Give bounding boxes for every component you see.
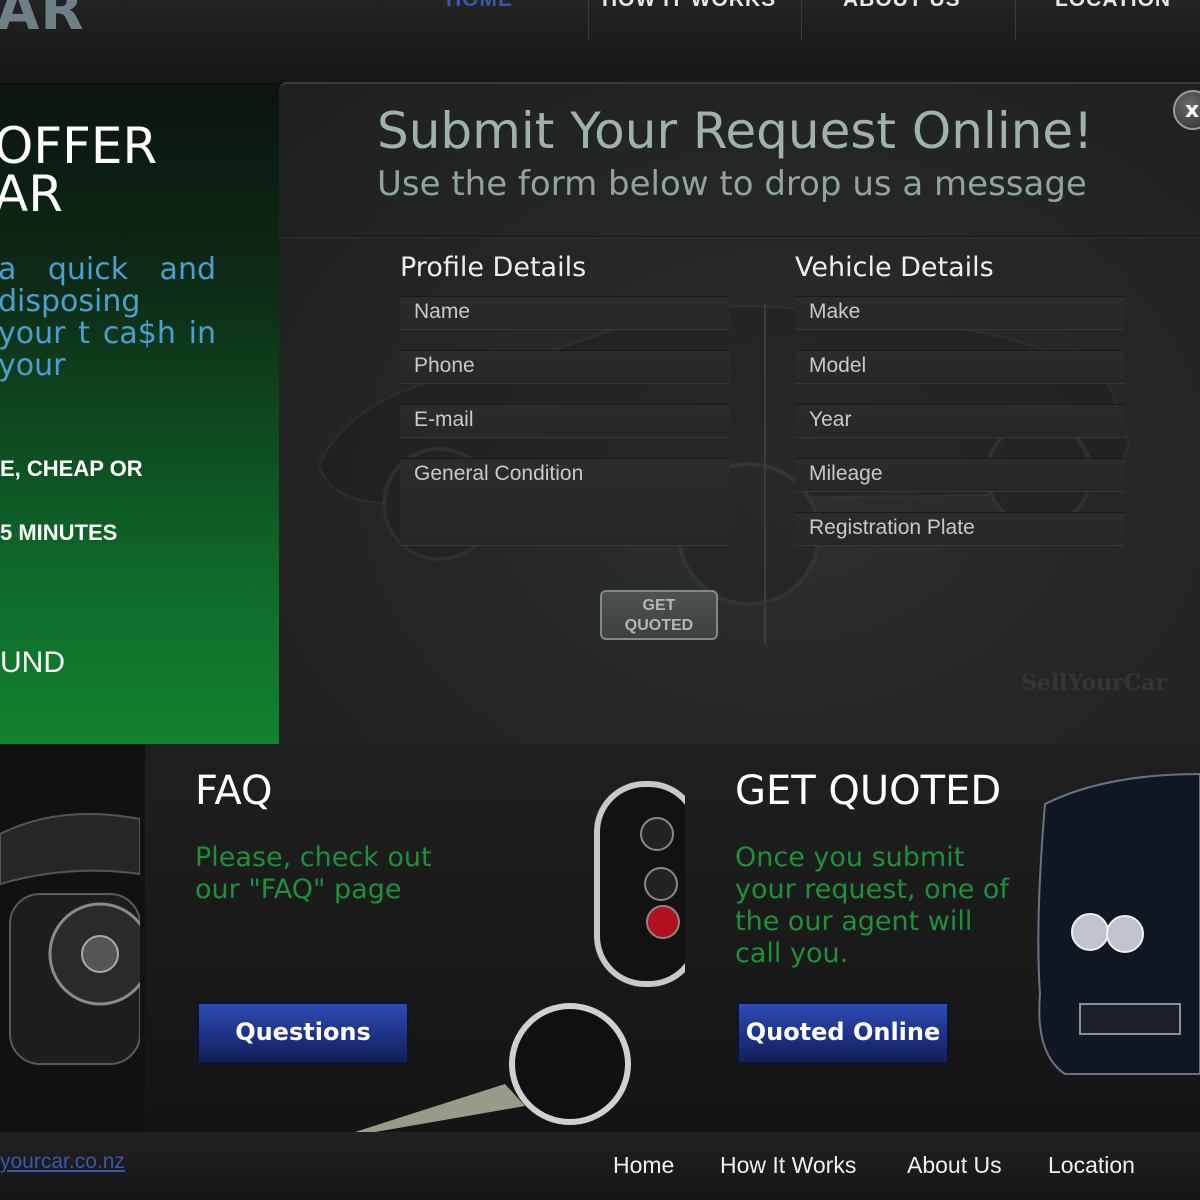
header: AR HOME HOW IT WORKS ABOUT US LOCATION (0, 0, 1200, 84)
get-quoted-panel: GET QUOTED Once you submit your request,… (685, 744, 1200, 1132)
get-quoted-text: Once you submit your request, one of the… (735, 842, 1009, 969)
footer-link-home[interactable]: Home (613, 1152, 674, 1179)
promo-banner: OFFER AR a quick and disposing your t ca… (0, 84, 280, 744)
phone-field[interactable]: Phone (400, 350, 730, 384)
site-logo[interactable]: AR (0, 0, 84, 43)
faq-text: Please, check out our "FAQ" page (195, 842, 432, 905)
nav-how-it-works[interactable]: HOW IT WORKS (602, 0, 776, 40)
promo-title-line1: OFFER (0, 117, 158, 175)
get-quoted-title: GET QUOTED (735, 768, 1002, 814)
faq-title: FAQ (195, 768, 273, 814)
footer-link-about-us[interactable]: About Us (907, 1152, 1002, 1179)
promo-bullet: 5 MINUTES (0, 520, 118, 545)
name-field[interactable]: Name (400, 296, 730, 330)
questions-button[interactable]: Questions (197, 1002, 409, 1064)
email-field[interactable]: E-mail (400, 404, 730, 438)
promo-found-text: UND (0, 646, 65, 679)
promo-text: a quick and disposing your t ca$h in you… (0, 252, 216, 383)
footer-site-link[interactable]: yourcar.co.nz (0, 1150, 125, 1174)
nav-home[interactable]: HOME (446, 0, 513, 40)
promo-bullet: E, CHEAP OR (0, 456, 143, 481)
phone-image-panel (0, 744, 140, 1132)
modal-title: Submit Your Request Online! (377, 102, 1094, 160)
mileage-field[interactable]: Mileage (795, 458, 1125, 492)
nav-separator (801, 0, 802, 40)
make-field[interactable]: Make (795, 296, 1125, 330)
promo-title-line2: AR (0, 165, 63, 223)
divider (279, 236, 1200, 237)
telephone-icon (0, 813, 140, 1065)
model-field[interactable]: Model (795, 350, 1125, 384)
page: AR HOME HOW IT WORKS ABOUT US LOCATION O… (0, 0, 1200, 1200)
year-field[interactable]: Year (795, 404, 1125, 438)
promo-title: OFFER AR (0, 117, 280, 223)
column-divider (764, 304, 766, 644)
nav-location[interactable]: LOCATION (1055, 0, 1171, 40)
get-quoted-label-line1: GET (642, 597, 676, 614)
request-modal: Submit Your Request Online! Use the form… (279, 82, 1200, 744)
footer-link-how-it-works[interactable]: How It Works (720, 1152, 856, 1179)
get-quoted-button[interactable]: GET QUOTED (600, 590, 718, 640)
footer-link-location[interactable]: Location (1048, 1152, 1135, 1179)
get-quoted-label-line2: QUOTED (624, 617, 694, 634)
general-condition-textarea[interactable]: General Condition (400, 458, 730, 546)
watermark: SellYourCar (1021, 670, 1168, 696)
registration-plate-field[interactable]: Registration Plate (795, 512, 1125, 546)
vehicle-details-heading: Vehicle Details (795, 252, 994, 283)
quoted-online-button[interactable]: Quoted Online (737, 1002, 949, 1064)
nav-about-us[interactable]: ABOUT US (843, 0, 961, 40)
faq-panel: FAQ Please, check out our "FAQ" page Que… (145, 744, 685, 1132)
nav-separator (1015, 0, 1016, 40)
profile-details-heading: Profile Details (400, 252, 587, 283)
footer: yourcar.co.nz Home How It Works About Us… (0, 1132, 1200, 1200)
nav-separator (588, 0, 589, 40)
close-icon: x (1185, 98, 1200, 123)
modal-subtitle: Use the form below to drop us a message (377, 164, 1087, 204)
